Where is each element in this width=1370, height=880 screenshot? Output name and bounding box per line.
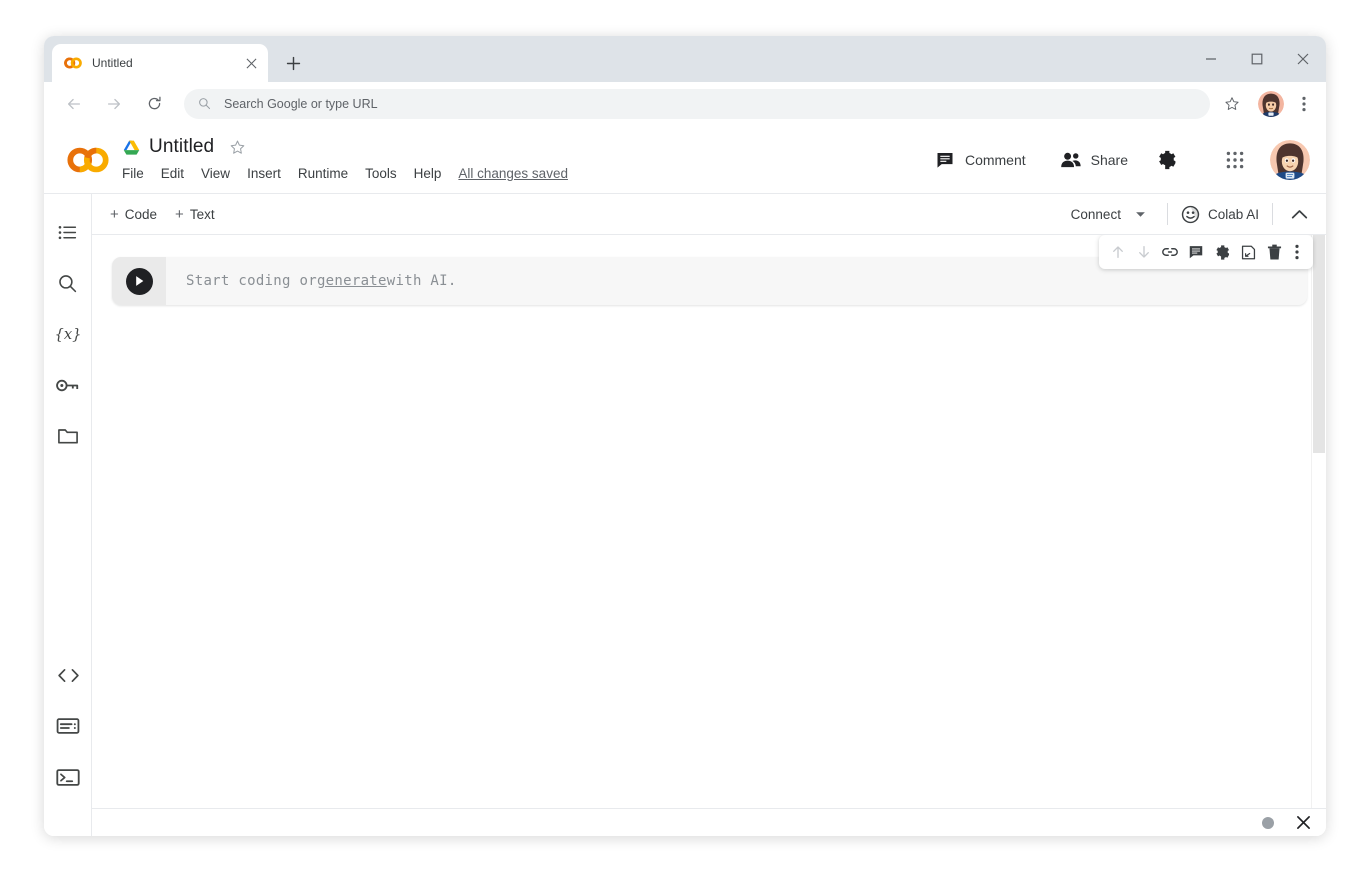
window-controls: [1188, 36, 1326, 82]
reload-icon[interactable]: [139, 89, 169, 119]
google-apps-icon[interactable]: [1222, 147, 1248, 173]
comment-button[interactable]: Comment: [934, 149, 1026, 171]
sidebar-item-terminal[interactable]: [48, 757, 88, 797]
google-drive-icon[interactable]: [122, 138, 141, 157]
bookmark-star-icon[interactable]: [1218, 90, 1246, 118]
add-comment-icon[interactable]: [1183, 239, 1209, 265]
add-text-cell-button[interactable]: + Text: [175, 206, 215, 223]
move-cell-down-icon[interactable]: [1131, 239, 1157, 265]
cell-toolbar: [1099, 235, 1313, 269]
menu-tools[interactable]: Tools: [365, 166, 397, 181]
search-icon: [198, 97, 212, 111]
avatar[interactable]: [1270, 140, 1310, 180]
new-tab-button[interactable]: [278, 48, 308, 78]
notebook-toolbar: + Code + Text Connect: [92, 194, 1326, 235]
colab-logo[interactable]: [64, 145, 112, 175]
sidebar-item-command-palette[interactable]: [48, 706, 88, 746]
cell-placeholder-prefix: Start coding or: [186, 273, 317, 289]
address-bar[interactable]: Search Google or type URL: [184, 89, 1210, 119]
status-close-icon[interactable]: [1294, 814, 1312, 832]
status-indicator-dot[interactable]: [1262, 817, 1274, 829]
generate-with-ai-link[interactable]: generate: [317, 273, 387, 289]
link-to-cell-icon[interactable]: [1157, 239, 1183, 265]
sidebar-item-variables[interactable]: {x}: [48, 314, 88, 354]
colab-sidebar: {x}: [44, 194, 92, 836]
sidebar-item-secrets[interactable]: [48, 365, 88, 405]
toolbar-divider: [1167, 203, 1168, 225]
chevron-down-icon[interactable]: [1135, 211, 1146, 218]
connect-button[interactable]: Connect: [1063, 207, 1154, 222]
share-button[interactable]: Share: [1060, 149, 1128, 171]
colab-body: {x}: [44, 194, 1326, 836]
forward-icon[interactable]: [99, 89, 129, 119]
notebook-scrollbar[interactable]: [1311, 235, 1326, 836]
sidebar-item-search[interactable]: [48, 263, 88, 303]
screenshot-root: Untitled: [0, 0, 1370, 880]
colab-title-block: Untitled File Edit View Insert Runtime: [122, 134, 568, 185]
browser-titlebar: Untitled: [44, 36, 1326, 82]
document-title-row: Untitled: [122, 134, 568, 160]
menu-view[interactable]: View: [201, 166, 230, 181]
share-label: Share: [1091, 152, 1128, 168]
back-icon[interactable]: [59, 89, 89, 119]
colab-ai-label: Colab AI: [1208, 207, 1259, 222]
run-cell-button[interactable]: [126, 268, 153, 295]
mirror-cell-icon[interactable]: [1235, 239, 1261, 265]
menu-help[interactable]: Help: [414, 166, 442, 181]
cell-settings-gear-icon[interactable]: [1209, 239, 1235, 265]
colab-sidebar-bottom: [44, 655, 92, 808]
colab-ai-icon: [1181, 205, 1200, 224]
people-icon: [1060, 149, 1082, 171]
colab-header-actions: Comment Share: [920, 126, 1310, 194]
maximize-icon[interactable]: [1234, 36, 1280, 82]
browser-toolbar: Search Google or type URL: [44, 82, 1326, 126]
add-code-label: Code: [125, 207, 157, 222]
minimize-icon[interactable]: [1188, 36, 1234, 82]
colab-menubar: File Edit View Insert Runtime Tools Help…: [122, 161, 568, 185]
sidebar-item-table-of-contents[interactable]: [48, 212, 88, 252]
menu-file[interactable]: File: [122, 166, 144, 181]
browser-profile-avatar[interactable]: [1258, 91, 1284, 117]
delete-cell-icon[interactable]: [1261, 239, 1287, 265]
close-icon[interactable]: [242, 54, 260, 72]
scrollbar-thumb[interactable]: [1313, 235, 1325, 453]
browser-tab-colab[interactable]: Untitled: [52, 44, 268, 82]
comment-icon: [934, 149, 956, 171]
save-status[interactable]: All changes saved: [458, 166, 568, 181]
menu-runtime[interactable]: Runtime: [298, 166, 348, 181]
browser-window: Untitled: [44, 36, 1326, 836]
notebook-pane: + Code + Text Connect: [92, 194, 1326, 836]
star-icon[interactable]: [226, 136, 248, 158]
comment-label: Comment: [965, 152, 1026, 168]
colab-ai-button[interactable]: Colab AI: [1181, 205, 1259, 224]
more-cell-actions-icon[interactable]: [1287, 239, 1307, 265]
colab-app: Untitled File Edit View Insert Runtime: [44, 126, 1326, 836]
close-window-icon[interactable]: [1280, 36, 1326, 82]
sidebar-item-files[interactable]: [48, 416, 88, 456]
browser-menu-icon[interactable]: [1292, 90, 1316, 118]
sidebar-item-code-snippets[interactable]: [48, 655, 88, 695]
settings-gear-icon[interactable]: [1154, 147, 1180, 173]
menu-insert[interactable]: Insert: [247, 166, 281, 181]
plus-icon: +: [175, 206, 184, 223]
plus-icon: +: [110, 206, 119, 223]
collapse-header-icon[interactable]: [1286, 201, 1312, 227]
address-bar-placeholder: Search Google or type URL: [224, 97, 378, 111]
svg-text:{x}: {x}: [55, 326, 81, 343]
page-title[interactable]: Untitled: [149, 136, 214, 158]
connect-label: Connect: [1071, 207, 1121, 222]
browser-tab-title: Untitled: [92, 56, 242, 70]
toolbar-divider: [1272, 203, 1273, 225]
status-bar: [92, 808, 1326, 836]
add-code-cell-button[interactable]: + Code: [110, 206, 157, 223]
notebook-scroll-area: Start coding or generate with AI.: [92, 235, 1326, 836]
cell-placeholder-suffix: with AI.: [387, 273, 457, 289]
menu-edit[interactable]: Edit: [161, 166, 184, 181]
colab-icon: [64, 54, 82, 72]
colab-header: Untitled File Edit View Insert Runtime: [44, 126, 1326, 194]
cell-gutter: [112, 257, 166, 305]
notebook-toolbar-right: Connect: [1063, 194, 1312, 235]
add-text-label: Text: [190, 207, 215, 222]
move-cell-up-icon[interactable]: [1105, 239, 1131, 265]
